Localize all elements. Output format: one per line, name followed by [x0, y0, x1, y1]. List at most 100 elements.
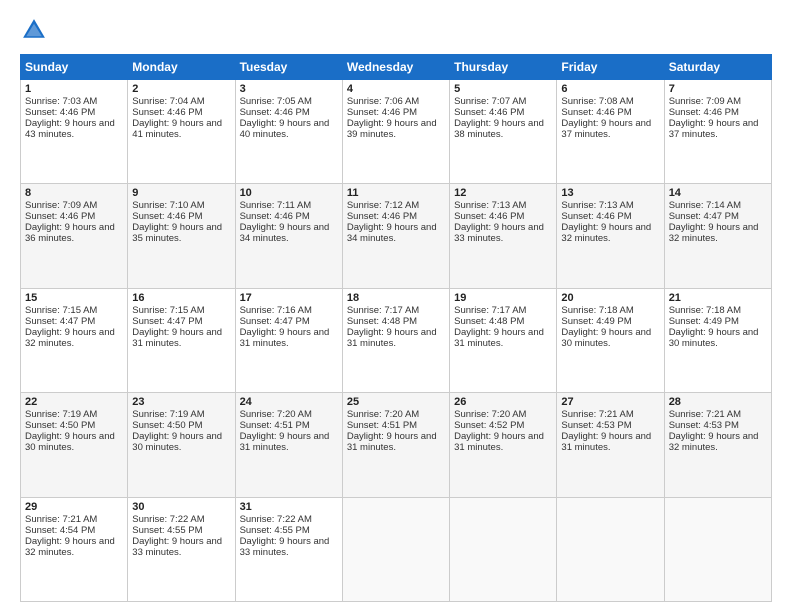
calendar-cell: [342, 497, 449, 601]
calendar-header-wednesday: Wednesday: [342, 55, 449, 80]
sunrise-text: Sunrise: 7:04 AM: [132, 96, 204, 107]
sunset-text: Sunset: 4:46 PM: [347, 211, 417, 222]
sunset-text: Sunset: 4:46 PM: [132, 107, 202, 118]
sunset-text: Sunset: 4:46 PM: [25, 211, 95, 222]
daylight-text: Daylight: 9 hours and 37 minutes.: [669, 118, 759, 140]
calendar-cell: 31Sunrise: 7:22 AMSunset: 4:55 PMDayligh…: [235, 497, 342, 601]
sunset-text: Sunset: 4:46 PM: [240, 211, 310, 222]
sunset-text: Sunset: 4:46 PM: [454, 211, 524, 222]
daylight-text: Daylight: 9 hours and 37 minutes.: [561, 118, 651, 140]
calendar-cell: [557, 497, 664, 601]
calendar-cell: 4Sunrise: 7:06 AMSunset: 4:46 PMDaylight…: [342, 80, 449, 184]
calendar-cell: 18Sunrise: 7:17 AMSunset: 4:48 PMDayligh…: [342, 288, 449, 392]
calendar-cell: 30Sunrise: 7:22 AMSunset: 4:55 PMDayligh…: [128, 497, 235, 601]
day-number: 16: [132, 292, 230, 304]
calendar-cell: 10Sunrise: 7:11 AMSunset: 4:46 PMDayligh…: [235, 184, 342, 288]
sunset-text: Sunset: 4:47 PM: [669, 211, 739, 222]
sunset-text: Sunset: 4:46 PM: [240, 107, 310, 118]
sunrise-text: Sunrise: 7:17 AM: [347, 305, 419, 316]
sunset-text: Sunset: 4:51 PM: [347, 420, 417, 431]
sunrise-text: Sunrise: 7:19 AM: [25, 409, 97, 420]
sunset-text: Sunset: 4:52 PM: [454, 420, 524, 431]
sunset-text: Sunset: 4:53 PM: [561, 420, 631, 431]
calendar-cell: 15Sunrise: 7:15 AMSunset: 4:47 PMDayligh…: [21, 288, 128, 392]
day-number: 25: [347, 396, 445, 408]
sunset-text: Sunset: 4:54 PM: [25, 525, 95, 536]
day-number: 20: [561, 292, 659, 304]
day-number: 10: [240, 187, 338, 199]
daylight-text: Daylight: 9 hours and 32 minutes.: [25, 327, 115, 349]
sunrise-text: Sunrise: 7:07 AM: [454, 96, 526, 107]
day-number: 15: [25, 292, 123, 304]
calendar-cell: 28Sunrise: 7:21 AMSunset: 4:53 PMDayligh…: [664, 393, 771, 497]
daylight-text: Daylight: 9 hours and 43 minutes.: [25, 118, 115, 140]
daylight-text: Daylight: 9 hours and 31 minutes.: [454, 431, 544, 453]
daylight-text: Daylight: 9 hours and 39 minutes.: [347, 118, 437, 140]
calendar-cell: 22Sunrise: 7:19 AMSunset: 4:50 PMDayligh…: [21, 393, 128, 497]
daylight-text: Daylight: 9 hours and 32 minutes.: [669, 431, 759, 453]
calendar-cell: 1Sunrise: 7:03 AMSunset: 4:46 PMDaylight…: [21, 80, 128, 184]
sunset-text: Sunset: 4:49 PM: [561, 316, 631, 327]
daylight-text: Daylight: 9 hours and 31 minutes.: [347, 431, 437, 453]
sunset-text: Sunset: 4:46 PM: [669, 107, 739, 118]
sunrise-text: Sunrise: 7:13 AM: [561, 200, 633, 211]
daylight-text: Daylight: 9 hours and 32 minutes.: [561, 222, 651, 244]
calendar-header-saturday: Saturday: [664, 55, 771, 80]
sunrise-text: Sunrise: 7:18 AM: [669, 305, 741, 316]
day-number: 26: [454, 396, 552, 408]
day-number: 3: [240, 83, 338, 95]
daylight-text: Daylight: 9 hours and 31 minutes.: [561, 431, 651, 453]
day-number: 11: [347, 187, 445, 199]
calendar-cell: 2Sunrise: 7:04 AMSunset: 4:46 PMDaylight…: [128, 80, 235, 184]
daylight-text: Daylight: 9 hours and 36 minutes.: [25, 222, 115, 244]
day-number: 13: [561, 187, 659, 199]
sunrise-text: Sunrise: 7:11 AM: [240, 200, 312, 211]
sunrise-text: Sunrise: 7:22 AM: [240, 514, 312, 525]
day-number: 12: [454, 187, 552, 199]
sunrise-text: Sunrise: 7:21 AM: [25, 514, 97, 525]
sunrise-text: Sunrise: 7:14 AM: [669, 200, 741, 211]
logo: [20, 16, 50, 44]
calendar-row-1: 8Sunrise: 7:09 AMSunset: 4:46 PMDaylight…: [21, 184, 772, 288]
sunset-text: Sunset: 4:46 PM: [25, 107, 95, 118]
calendar-cell: 16Sunrise: 7:15 AMSunset: 4:47 PMDayligh…: [128, 288, 235, 392]
sunrise-text: Sunrise: 7:12 AM: [347, 200, 419, 211]
sunrise-text: Sunrise: 7:17 AM: [454, 305, 526, 316]
calendar-cell: [450, 497, 557, 601]
daylight-text: Daylight: 9 hours and 34 minutes.: [240, 222, 330, 244]
daylight-text: Daylight: 9 hours and 30 minutes.: [132, 431, 222, 453]
sunset-text: Sunset: 4:46 PM: [454, 107, 524, 118]
calendar-cell: 26Sunrise: 7:20 AMSunset: 4:52 PMDayligh…: [450, 393, 557, 497]
sunrise-text: Sunrise: 7:16 AM: [240, 305, 312, 316]
calendar-cell: 19Sunrise: 7:17 AMSunset: 4:48 PMDayligh…: [450, 288, 557, 392]
sunrise-text: Sunrise: 7:10 AM: [132, 200, 204, 211]
sunrise-text: Sunrise: 7:05 AM: [240, 96, 312, 107]
sunset-text: Sunset: 4:47 PM: [132, 316, 202, 327]
sunset-text: Sunset: 4:46 PM: [347, 107, 417, 118]
calendar-cell: 9Sunrise: 7:10 AMSunset: 4:46 PMDaylight…: [128, 184, 235, 288]
sunset-text: Sunset: 4:53 PM: [669, 420, 739, 431]
day-number: 1: [25, 83, 123, 95]
daylight-text: Daylight: 9 hours and 38 minutes.: [454, 118, 544, 140]
day-number: 8: [25, 187, 123, 199]
calendar-cell: 17Sunrise: 7:16 AMSunset: 4:47 PMDayligh…: [235, 288, 342, 392]
page: SundayMondayTuesdayWednesdayThursdayFrid…: [0, 0, 792, 612]
calendar-table: SundayMondayTuesdayWednesdayThursdayFrid…: [20, 54, 772, 602]
sunrise-text: Sunrise: 7:08 AM: [561, 96, 633, 107]
daylight-text: Daylight: 9 hours and 31 minutes.: [240, 327, 330, 349]
day-number: 4: [347, 83, 445, 95]
day-number: 2: [132, 83, 230, 95]
calendar-header-monday: Monday: [128, 55, 235, 80]
day-number: 14: [669, 187, 767, 199]
sunrise-text: Sunrise: 7:20 AM: [454, 409, 526, 420]
sunrise-text: Sunrise: 7:22 AM: [132, 514, 204, 525]
calendar-cell: 25Sunrise: 7:20 AMSunset: 4:51 PMDayligh…: [342, 393, 449, 497]
daylight-text: Daylight: 9 hours and 30 minutes.: [669, 327, 759, 349]
day-number: 7: [669, 83, 767, 95]
daylight-text: Daylight: 9 hours and 31 minutes.: [347, 327, 437, 349]
sunset-text: Sunset: 4:46 PM: [561, 211, 631, 222]
daylight-text: Daylight: 9 hours and 33 minutes.: [240, 536, 330, 558]
calendar-cell: 14Sunrise: 7:14 AMSunset: 4:47 PMDayligh…: [664, 184, 771, 288]
day-number: 24: [240, 396, 338, 408]
daylight-text: Daylight: 9 hours and 33 minutes.: [454, 222, 544, 244]
